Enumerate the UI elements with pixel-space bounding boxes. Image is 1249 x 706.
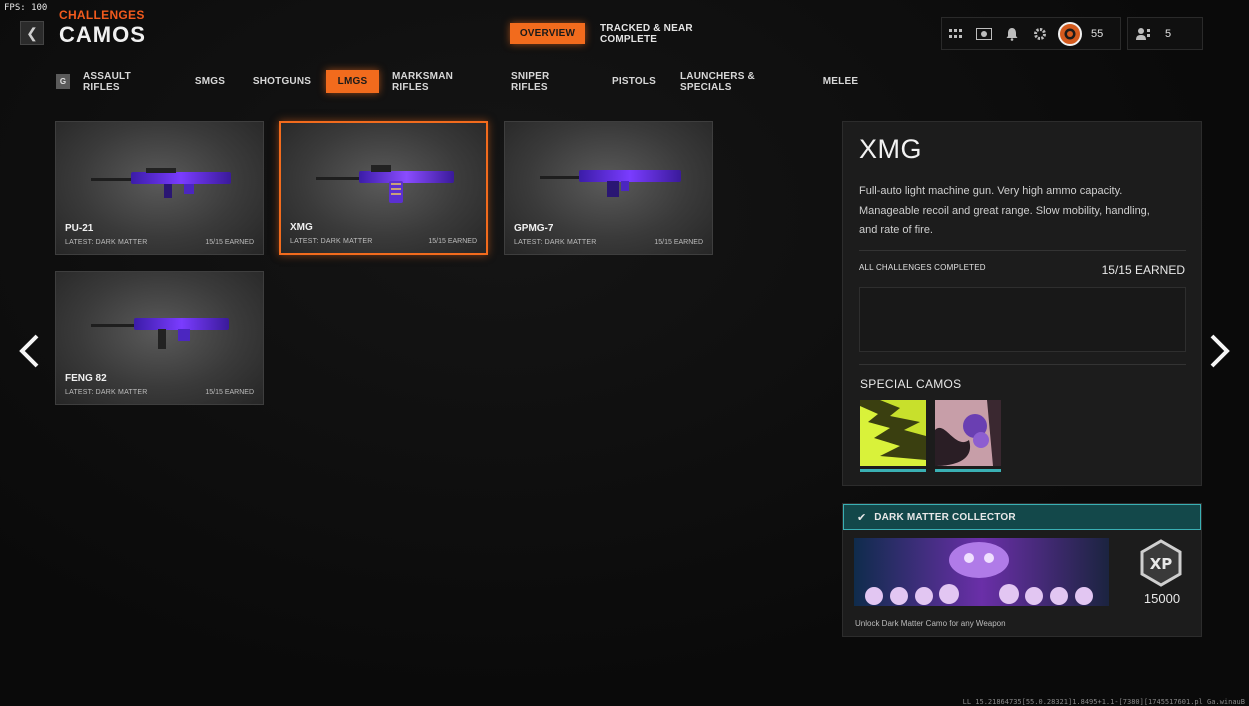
weapon-latest-camo: LATEST: DARK MATTER [65, 239, 148, 246]
party-icon [1128, 18, 1158, 49]
detail-description: Full-auto light machine gun. Very high a… [859, 185, 1150, 236]
grid-icon[interactable] [942, 18, 970, 49]
weapon-card-xmg[interactable]: XMG LATEST: DARK MATTER 15/15 EARNED [279, 121, 488, 255]
reward-title: DARK MATTER COLLECTOR [874, 511, 1016, 523]
weapon-earned-count: 15/15 EARNED [205, 389, 254, 396]
svg-text:XP: XP [1150, 555, 1173, 573]
chevron-left-icon: ❮ [26, 24, 38, 41]
category-marksman-rifles[interactable]: MARKSMAN RIFLES [392, 70, 492, 93]
reward-panel: ✔ DARK MATTER COLLECTOR XP 15000 Unlock … [842, 503, 1202, 637]
weapon-name: FENG 82 [65, 373, 107, 384]
xmg-weapon-image [316, 165, 454, 203]
special-camo-swatch[interactable] [860, 400, 926, 466]
fps-counter: FPS: 100 [4, 3, 48, 13]
party-count: 5 [1165, 27, 1172, 40]
tab-overview[interactable]: OVERVIEW [510, 23, 585, 44]
xp-amount: 15000 [1143, 591, 1181, 606]
challenge-earned-count: 15/15 EARNED [1101, 263, 1185, 277]
category-launchers-specials[interactable]: LAUNCHERS & SPECIALS [680, 70, 800, 93]
challenge-list-empty [859, 287, 1186, 352]
divider [859, 250, 1186, 251]
special-camo-swatch[interactable] [935, 400, 1001, 466]
reward-description: Unlock Dark Matter Camo for any Weapon [855, 619, 1006, 628]
check-icon: ✔ [857, 511, 867, 524]
special-camos-label: SPECIAL CAMOS [860, 377, 962, 391]
category-key-hint: G [56, 74, 70, 89]
header-subtitle: CHALLENGES [59, 8, 145, 22]
page-title: CAMOS [59, 22, 146, 47]
battlepass-icon[interactable] [970, 18, 998, 49]
weapon-latest-camo: LATEST: DARK MATTER [65, 389, 148, 396]
weapon-latest-camo: LATEST: DARK MATTER [514, 239, 597, 246]
category-sniper-rifles[interactable]: SNIPER RIFLES [511, 70, 589, 93]
weapon-name: GPMG-7 [514, 223, 554, 234]
player-level: 55 [1091, 27, 1104, 40]
back-button[interactable]: ❮ [20, 21, 44, 45]
tab-tracked-near-complete[interactable]: TRACKED & NEAR COMPLETE [600, 23, 735, 45]
category-pistols[interactable]: PISTOLS [608, 70, 660, 93]
special-camo-progress [860, 469, 926, 472]
arrow-right-icon[interactable] [1208, 333, 1232, 376]
weapon-card-pu-21[interactable]: PU-21 LATEST: DARK MATTER 15/15 EARNED [55, 121, 264, 255]
weapon-earned-count: 15/15 EARNED [205, 239, 254, 246]
gpmg-7-weapon-image [540, 170, 681, 197]
special-camo-progress [935, 469, 1001, 472]
category-lmgs[interactable]: LMGS [326, 70, 379, 93]
weapon-earned-count: 15/15 EARNED [654, 239, 703, 246]
weapon-earned-count: 15/15 EARNED [428, 238, 477, 245]
bell-icon[interactable] [998, 18, 1026, 49]
category-assault-rifles[interactable]: ASSAULT RIFLES [83, 70, 169, 93]
reward-header: ✔ DARK MATTER COLLECTOR [843, 504, 1201, 530]
feng-82-weapon-image [91, 318, 229, 349]
party-indicator[interactable]: 5 [1127, 17, 1203, 50]
detail-title: XMG [859, 134, 923, 164]
category-melee[interactable]: MELEE [819, 70, 862, 93]
gear-icon[interactable] [1026, 18, 1054, 49]
xp-icon: XP [1140, 539, 1182, 587]
challenge-status-label: ALL CHALLENGES COMPLETED [859, 263, 986, 272]
category-smgs[interactable]: SMGS [189, 70, 231, 93]
category-shotguns[interactable]: SHOTGUNS [252, 70, 312, 93]
reward-banner-image [854, 538, 1109, 606]
weapon-card-feng-82[interactable]: FENG 82 LATEST: DARK MATTER 15/15 EARNED [55, 271, 264, 405]
pu-21-weapon-image [91, 168, 231, 198]
weapon-name: XMG [290, 222, 313, 233]
weapon-card-gpmg-7[interactable]: GPMG-7 LATEST: DARK MATTER 15/15 EARNED [504, 121, 713, 255]
divider [859, 364, 1186, 365]
weapon-detail-panel: XMG Full-auto light machine gun. Very hi… [842, 121, 1202, 486]
weapon-name: PU-21 [65, 223, 94, 234]
arrow-left-icon[interactable] [17, 333, 41, 376]
weapon-latest-camo: LATEST: DARK MATTER [290, 238, 373, 245]
debug-text: LL 15.21864735[55.0.28321]1.8495+1.1-[73… [962, 698, 1245, 706]
rank-badge-icon[interactable] [1058, 21, 1082, 46]
top-icon-bar: 55 [941, 17, 1121, 50]
